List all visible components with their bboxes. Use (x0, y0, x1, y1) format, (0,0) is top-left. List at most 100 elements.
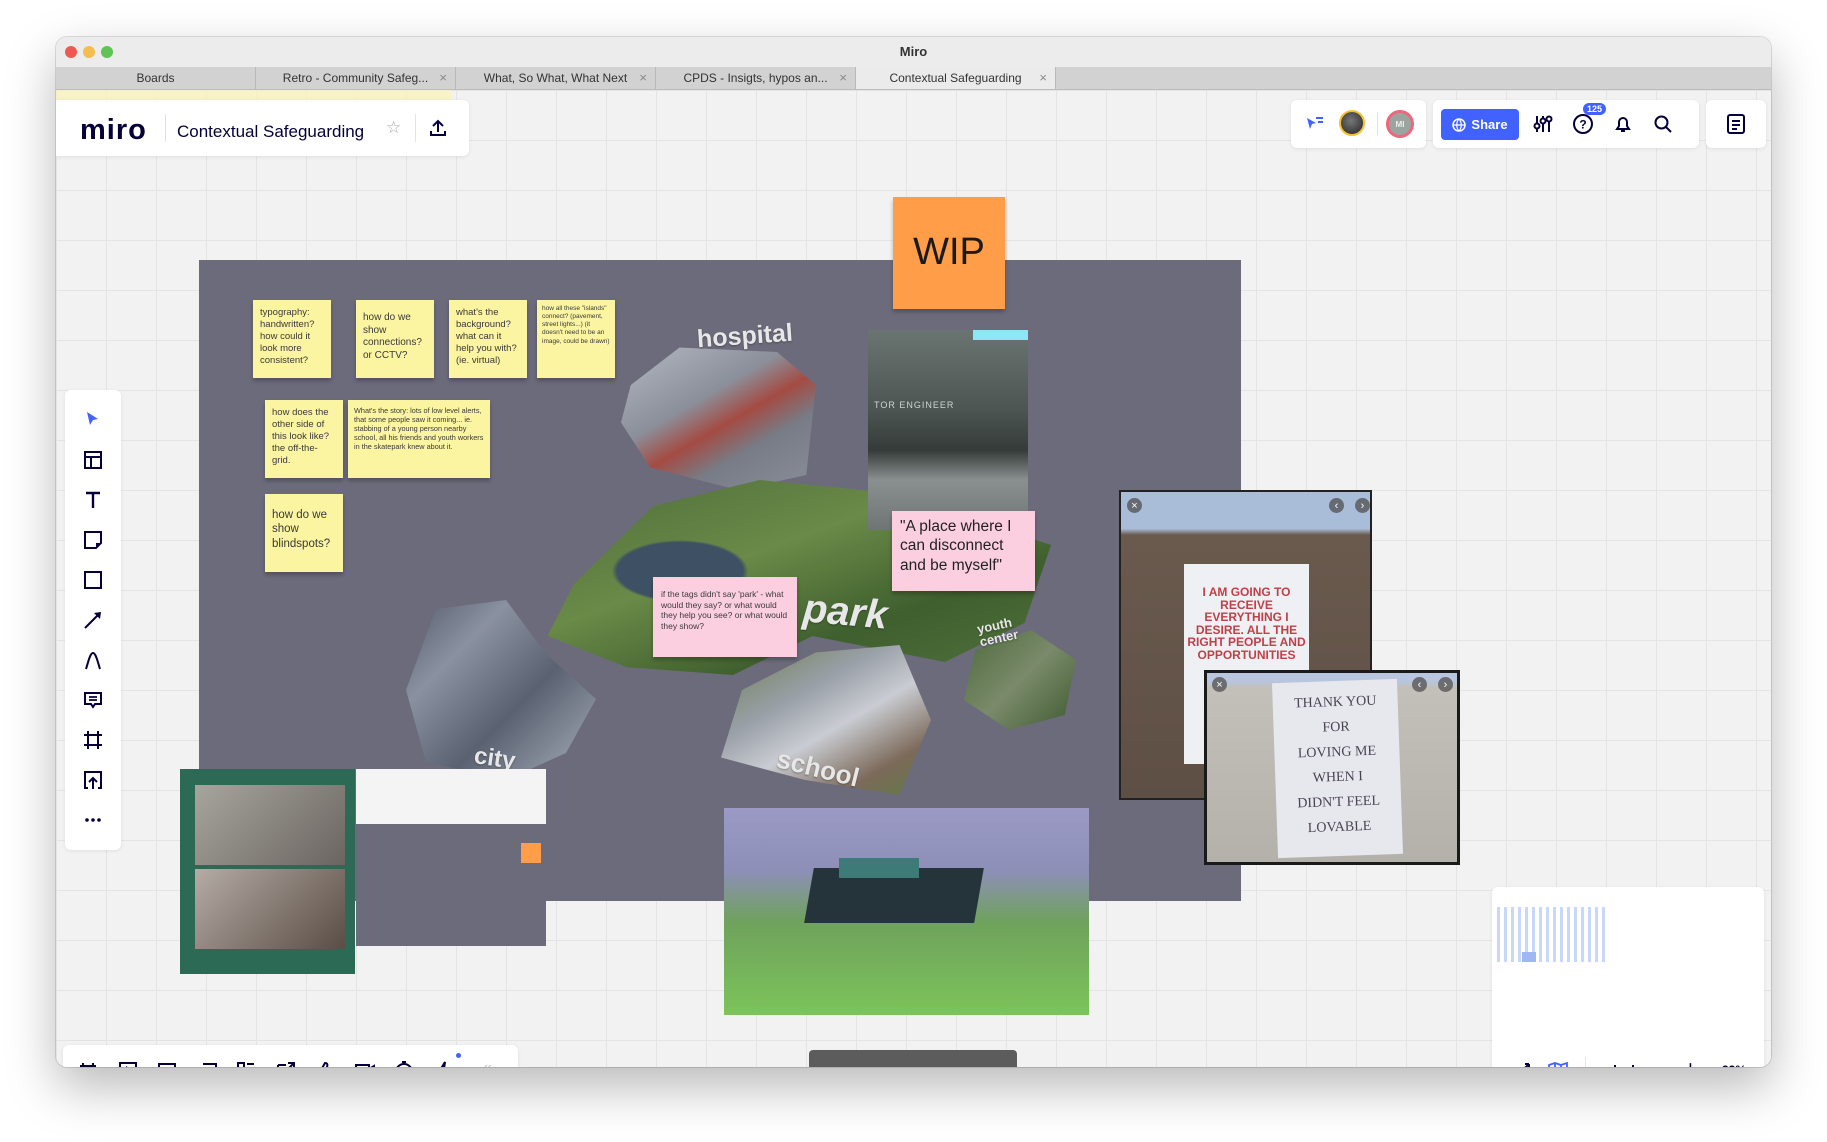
connection-line-tool-icon[interactable] (81, 608, 105, 632)
minimap-toggle-icon[interactable] (1546, 1059, 1570, 1067)
select-tool-icon[interactable] (81, 408, 105, 432)
window-title: Miro (899, 44, 928, 59)
cards-button[interactable] (234, 1059, 258, 1067)
text-tool-icon[interactable] (81, 488, 105, 512)
tab-what-so-what[interactable]: What, So What, What Next × (456, 67, 656, 89)
tab-cpds[interactable]: CPDS - Insigts, hypos an... × (656, 67, 856, 89)
sign-line: LOVING ME (1297, 743, 1377, 762)
avatar[interactable]: MI (1386, 110, 1414, 138)
sign-text: THANK YOU FOR LOVING ME WHEN I DIDN'T FE… (1271, 678, 1404, 859)
board-header: miro Contextual Safeguarding ☆ (56, 100, 469, 156)
screen-share-button[interactable] (274, 1059, 298, 1067)
upload-tool-icon[interactable] (81, 768, 105, 792)
structure-roof (839, 858, 919, 878)
previous-image-icon[interactable]: ‹ (1412, 677, 1427, 692)
close-tab-icon[interactable]: × (839, 70, 847, 85)
thank-you-sign-photo[interactable]: THANK YOU FOR LOVING ME WHEN I DIDN'T FE… (1204, 670, 1460, 865)
video-chat-button[interactable] (353, 1059, 377, 1067)
board-screenshot[interactable] (356, 769, 546, 946)
sticky-note[interactable]: how do we show connections? or CCTV? (356, 300, 434, 378)
zoom-level[interactable]: 33% (1722, 1063, 1746, 1067)
divider (1585, 1057, 1586, 1067)
previous-image-icon[interactable]: ‹ (1329, 498, 1344, 513)
activity-button[interactable] (432, 1059, 456, 1067)
frame-thumbnail (356, 824, 546, 946)
next-image-icon[interactable]: › (1355, 498, 1370, 513)
collapse-toolbar-icon[interactable]: « (483, 1059, 492, 1067)
sticky-note-tool-icon[interactable] (81, 528, 105, 552)
export-icon[interactable] (424, 114, 452, 142)
tab-retro[interactable]: Retro - Community Safeg... × (256, 67, 456, 89)
sign-line: FOR (1322, 719, 1350, 736)
presentation-icon (118, 1062, 137, 1067)
voting-button[interactable] (313, 1059, 337, 1067)
collaborators-panel: MI (1291, 100, 1426, 148)
tab-boards[interactable]: Boards (56, 67, 256, 89)
wip-thumbnail (521, 843, 541, 863)
comment-tool-icon[interactable] (81, 688, 105, 712)
board-canvas[interactable]: miro Contextual Safeguarding ☆ MI Share (56, 90, 1771, 1067)
sticky-note[interactable]: how does the other side of this look lik… (265, 400, 343, 478)
follow-cursor-icon[interactable] (1303, 112, 1327, 136)
star-icon[interactable]: ☆ (386, 118, 401, 138)
close-tab-icon[interactable]: × (1039, 70, 1047, 85)
sticky-note[interactable]: how all these "islands" connect? (paveme… (537, 300, 615, 378)
next-image-icon[interactable]: › (1438, 677, 1453, 692)
timer-button[interactable] (392, 1059, 416, 1067)
board-title[interactable]: Contextual Safeguarding (177, 122, 364, 142)
tab-contextual-safeguarding[interactable]: Contextual Safeguarding × (856, 67, 1056, 89)
sticky-note[interactable]: how do we show blindspots? (265, 494, 343, 572)
fullscreen-icon[interactable] (1510, 1059, 1534, 1067)
sign-line: THANK YOU (1293, 693, 1377, 712)
settings-sliders-icon[interactable] (1531, 112, 1555, 136)
hide-highlighting-tooltip[interactable]: Hide highlighting on changes (809, 1050, 1017, 1067)
sticky-note[interactable]: what's the background? what can it help … (449, 300, 527, 378)
templates-tool-icon[interactable] (81, 448, 105, 472)
fit-to-screen-icon[interactable] (1612, 1059, 1636, 1067)
close-tab-icon[interactable]: × (439, 70, 447, 85)
tab-label: CPDS - Insigts, hypos an... (683, 71, 828, 85)
screen-share-icon (276, 1062, 295, 1067)
chat-button[interactable] (195, 1059, 219, 1067)
wip-sticky[interactable]: WIP (893, 197, 1005, 309)
sign-line: WHEN I (1312, 769, 1364, 786)
sticky-note[interactable]: What's the story: lots of low level aler… (348, 400, 490, 478)
close-icon[interactable]: × (1212, 677, 1227, 692)
more-tools-icon[interactable] (81, 808, 105, 832)
video-chat-icon (354, 1064, 375, 1067)
close-icon[interactable]: × (1127, 498, 1142, 513)
globe-icon (1452, 117, 1467, 132)
quote-sticky[interactable]: "A place where I can disconnect and be m… (892, 511, 1035, 591)
frames-button[interactable] (76, 1059, 100, 1067)
left-toolbar (65, 390, 121, 850)
divider (1377, 112, 1378, 136)
video-call-screenshot[interactable] (180, 769, 355, 974)
sticky-note[interactable]: typography: handwritten? how could it lo… (253, 300, 331, 378)
search-icon[interactable] (1651, 112, 1675, 136)
question-sticky[interactable]: if the tags didn't say 'park' - what wou… (653, 577, 797, 657)
minimap-preview[interactable] (1497, 907, 1607, 962)
street-wall-photo[interactable]: TOR ENGINEER (868, 330, 1028, 530)
share-label: Share (1471, 117, 1508, 132)
shape-tool-icon[interactable] (81, 568, 105, 592)
notifications-bell-icon[interactable] (1611, 112, 1635, 136)
avatar[interactable] (1339, 110, 1365, 136)
timer-icon (396, 1061, 412, 1067)
miro-logo[interactable]: miro (80, 114, 147, 147)
video-tile (195, 785, 345, 865)
pen-tool-icon[interactable] (81, 648, 105, 672)
chat-icon (196, 1063, 217, 1067)
title-bar: Miro (56, 37, 1771, 68)
tab-label: What, So What, What Next (483, 71, 628, 85)
close-tab-icon[interactable]: × (639, 70, 647, 85)
zoom-in-button[interactable]: + (1684, 1056, 1697, 1067)
presentation-button[interactable] (116, 1059, 140, 1067)
game-screenshot-image[interactable] (724, 808, 1089, 1015)
help-icon[interactable]: ? (1571, 112, 1595, 136)
comments-button[interactable] (155, 1059, 179, 1067)
board-notes-icon[interactable] (1724, 112, 1748, 136)
frame-tool-icon[interactable] (81, 728, 105, 752)
notes-panel (1706, 100, 1766, 148)
zoom-out-button[interactable]: − (1649, 1057, 1662, 1067)
share-button[interactable]: Share (1441, 109, 1519, 140)
